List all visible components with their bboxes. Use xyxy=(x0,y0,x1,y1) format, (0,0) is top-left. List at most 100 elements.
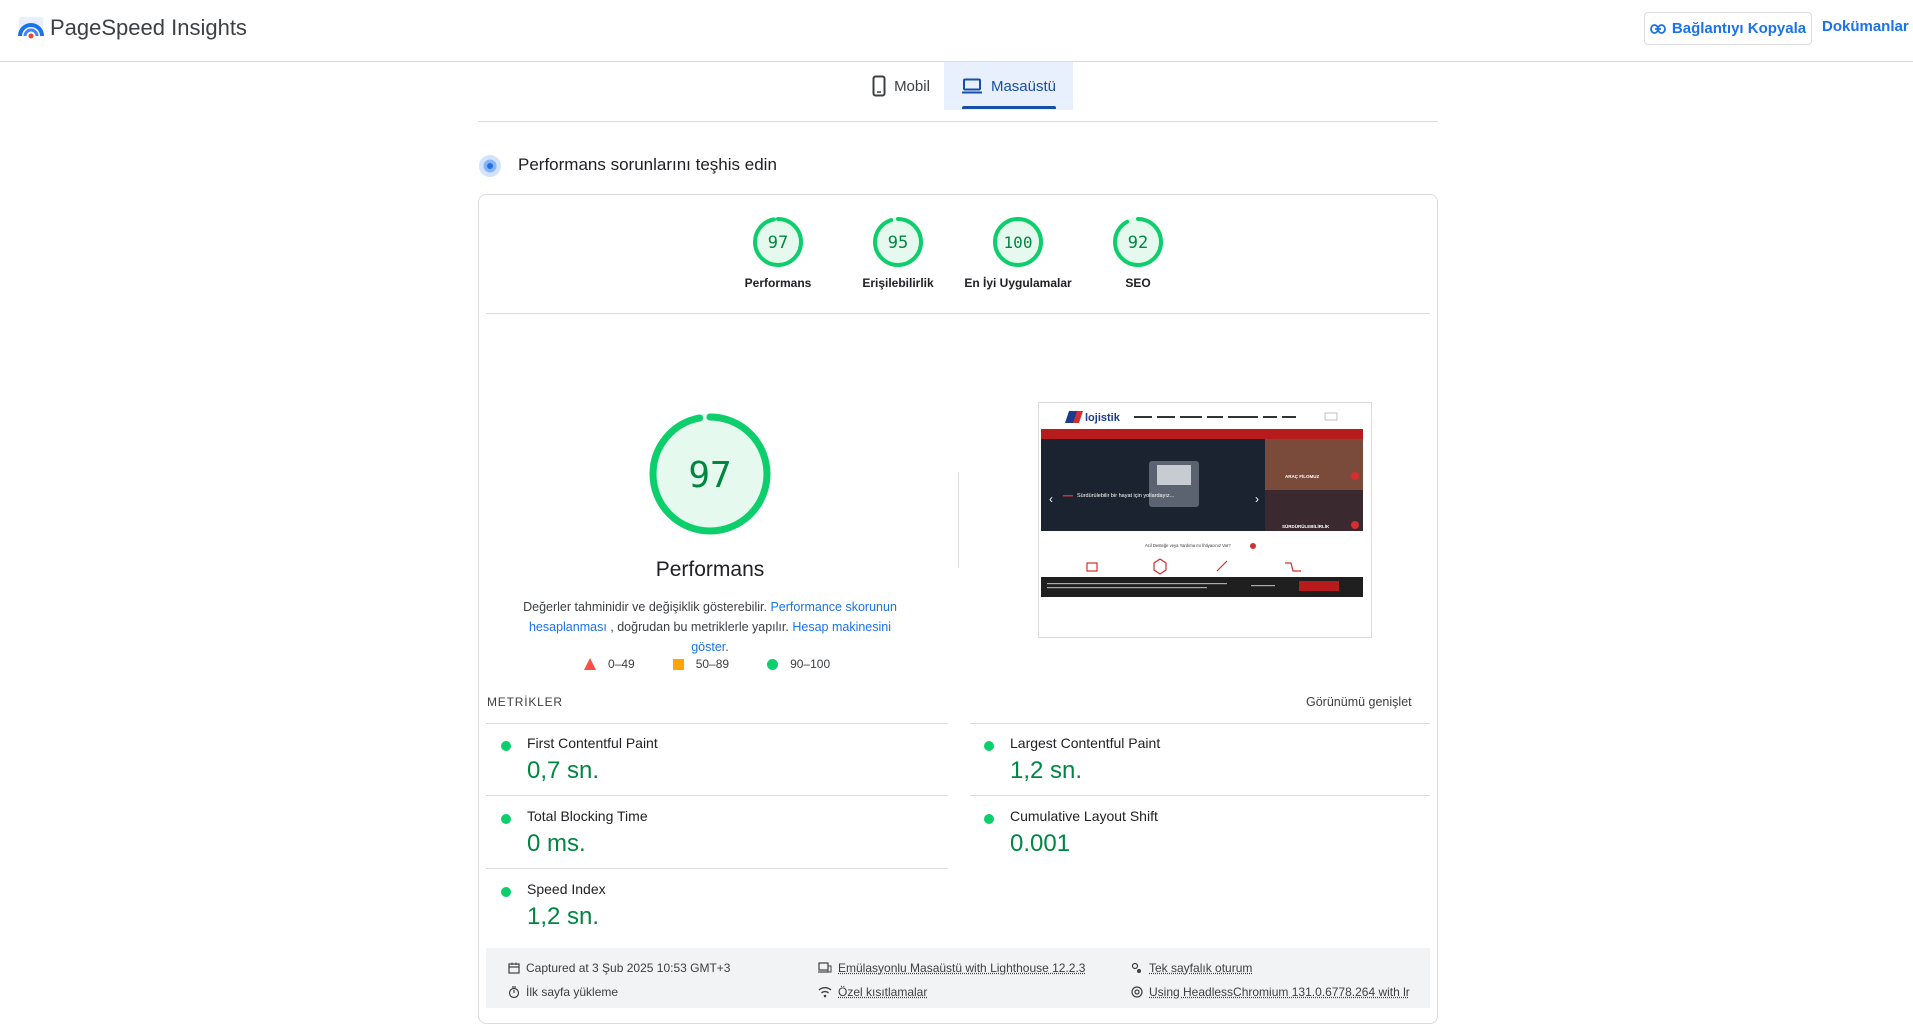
metric-value: 0,7 sn. xyxy=(527,757,600,784)
gauge-seo-ring: 92 xyxy=(1113,217,1163,267)
timer-icon xyxy=(508,986,520,998)
metric-value: 1,2 sn. xyxy=(1010,757,1083,784)
legend-pass-label: 90–100 xyxy=(790,657,831,671)
throttling-text: Özel kısıtlamalar xyxy=(838,985,928,999)
svg-text:‹: ‹ xyxy=(1049,492,1053,506)
metrics-divider xyxy=(486,795,948,796)
tab-desktop[interactable]: Masaüstü xyxy=(944,62,1073,110)
desc-suffix: . xyxy=(725,640,729,654)
svg-text:›: › xyxy=(1255,492,1259,506)
metrics-divider xyxy=(970,723,1430,724)
session-icon xyxy=(1131,962,1141,973)
captured-text: Captured at 3 Şub 2025 10:53 GMT+3 xyxy=(526,961,731,975)
triangle-fail-icon xyxy=(584,658,596,670)
app-title[interactable]: PageSpeed Insights xyxy=(50,14,247,42)
pass-dot-icon xyxy=(501,887,511,897)
diagnose-icon xyxy=(479,155,501,177)
screenshot-hero-text: Sürdürülebilir bir hayat için yollardayı… xyxy=(1077,493,1175,499)
legend-average: 50–89 xyxy=(672,657,730,671)
pass-dot-icon xyxy=(501,814,511,824)
session-info[interactable]: Tek sayfalık oturum xyxy=(1131,961,1252,975)
active-tab-indicator xyxy=(962,106,1056,109)
screenshot-tile2: SÜRDÜRÜLEBİLİRLİK xyxy=(1282,523,1330,529)
desc-prefix: Değerler tahminidir ve değişiklik göster… xyxy=(523,600,767,614)
screenshot-support-text: Acil Desteğe veya Yardıma mı İhtiyacınız… xyxy=(1145,543,1231,548)
gauge-best-practices-score: 100 xyxy=(1004,233,1033,252)
metric-name: Speed Index xyxy=(527,881,606,897)
circle-pass-icon xyxy=(767,658,779,670)
legend-fail: 0–49 xyxy=(584,657,635,671)
runtime-settings xyxy=(486,948,1430,1008)
legend-fail-label: 0–49 xyxy=(608,657,635,671)
copy-link-button[interactable]: Bağlantıyı Kopyala xyxy=(1644,12,1812,45)
section-title: Performans sorunlarını teşhis edin xyxy=(518,155,777,174)
wifi-icon xyxy=(818,987,832,998)
metric-name: Cumulative Layout Shift xyxy=(1010,808,1158,824)
tabs-divider xyxy=(478,121,1438,122)
tab-desktop-label: Masaüstü xyxy=(990,77,1057,95)
throttling-info[interactable]: Özel kısıtlamalar xyxy=(818,985,927,999)
pass-dot-icon xyxy=(501,741,511,751)
gauge-accessibility-ring: 95 xyxy=(873,217,923,267)
metrics-divider xyxy=(486,868,948,869)
gauge-seo-score: 92 xyxy=(1128,233,1148,253)
gauge-performance-label: Performans xyxy=(744,276,812,290)
link-icon xyxy=(1649,23,1666,34)
emulation-text: Emülasyonlu Masaüstü with Lighthouse 12.… xyxy=(838,961,1086,975)
performance-big-score: 97 xyxy=(688,455,731,496)
expand-view-toggle[interactable]: Görünümü genişlet xyxy=(1306,695,1412,709)
gauge-accessibility-score: 95 xyxy=(888,233,908,253)
captured-info: Captured at 3 Şub 2025 10:53 GMT+3 xyxy=(508,961,730,975)
metric-name: First Contentful Paint xyxy=(527,735,658,751)
gauge-best-practices-ring: 100 xyxy=(993,217,1043,267)
gauge-performance-ring: 97 xyxy=(753,217,803,267)
screenshot-tile1: ARAÇ FİLOMUZ xyxy=(1285,473,1319,479)
top-app-bar: PageSpeed Insights Bağlantıyı Kopyala Do… xyxy=(0,0,1913,62)
performance-description: Değerler tahminidir ve değişiklik göster… xyxy=(510,597,910,657)
pagespeed-logo-icon[interactable] xyxy=(17,14,45,42)
gauge-best-practices-label: En İyi Uygulamalar xyxy=(964,276,1072,290)
desc-mid: , doğrudan bu metriklerle yapılır. xyxy=(610,620,789,634)
session-text: Tek sayfalık oturum xyxy=(1149,961,1253,975)
performance-big-gauge: 97 xyxy=(649,413,771,535)
tab-mobile[interactable]: Mobil xyxy=(856,62,946,110)
calendar-icon xyxy=(508,962,520,974)
emulation-info[interactable]: Emülasyonlu Masaüstü with Lighthouse 12.… xyxy=(818,961,1085,975)
legend-pass: 90–100 xyxy=(767,657,830,671)
gauge-accessibility[interactable]: 95 Erişilebilirlik xyxy=(838,216,958,290)
performance-title: Performans xyxy=(655,558,765,581)
legend-average-label: 50–89 xyxy=(695,657,730,671)
metrics-divider xyxy=(970,795,1430,796)
tab-mobile-label: Mobil xyxy=(894,77,930,95)
metric-value: 0.001 xyxy=(1010,830,1071,857)
final-screenshot[interactable]: lojistik Sürdürülebilir bir hayat için y… xyxy=(1038,402,1372,638)
gauge-accessibility-label: Erişilebilirlik xyxy=(862,276,934,290)
laptop-icon xyxy=(961,78,982,94)
gauge-seo[interactable]: 92 SEO xyxy=(1078,216,1198,290)
square-average-icon xyxy=(672,658,684,670)
screenshot-brand: lojistik xyxy=(1085,412,1121,424)
metric-value: 0 ms. xyxy=(527,830,586,857)
gauge-seo-label: SEO xyxy=(1125,276,1151,290)
metrics-divider xyxy=(486,723,948,724)
gauge-performance-score: 97 xyxy=(768,233,788,253)
chrome-icon xyxy=(1131,986,1143,998)
metric-name: Largest Contentful Paint xyxy=(1010,735,1161,751)
browser-text: Using HeadlessChromium 131.0.6778.264 wi… xyxy=(1149,985,1410,999)
metric-value: 1,2 sn. xyxy=(527,903,600,930)
site-screenshot-image: lojistik Sürdürülebilir bir hayat için y… xyxy=(1039,403,1371,637)
browser-info[interactable]: Using HeadlessChromium 131.0.6778.264 wi… xyxy=(1131,985,1410,999)
docs-link[interactable]: Dokümanlar xyxy=(1822,18,1909,35)
categories-divider xyxy=(486,313,1430,314)
load-text: İlk sayfa yükleme xyxy=(526,985,619,999)
copy-link-label: Bağlantıyı Kopyala xyxy=(1671,20,1807,37)
gauge-performance[interactable]: 97 Performans xyxy=(718,216,838,290)
metrics-heading: METRİKLER xyxy=(487,695,563,709)
pass-dot-icon xyxy=(984,741,994,751)
metric-name: Total Blocking Time xyxy=(527,808,648,824)
pass-dot-icon xyxy=(984,814,994,824)
vertical-divider xyxy=(958,472,959,568)
gauge-best-practices[interactable]: 100 En İyi Uygulamalar xyxy=(958,216,1078,290)
score-legend: 0–49 50–89 90–100 xyxy=(584,657,868,671)
load-info: İlk sayfa yükleme xyxy=(508,985,618,999)
